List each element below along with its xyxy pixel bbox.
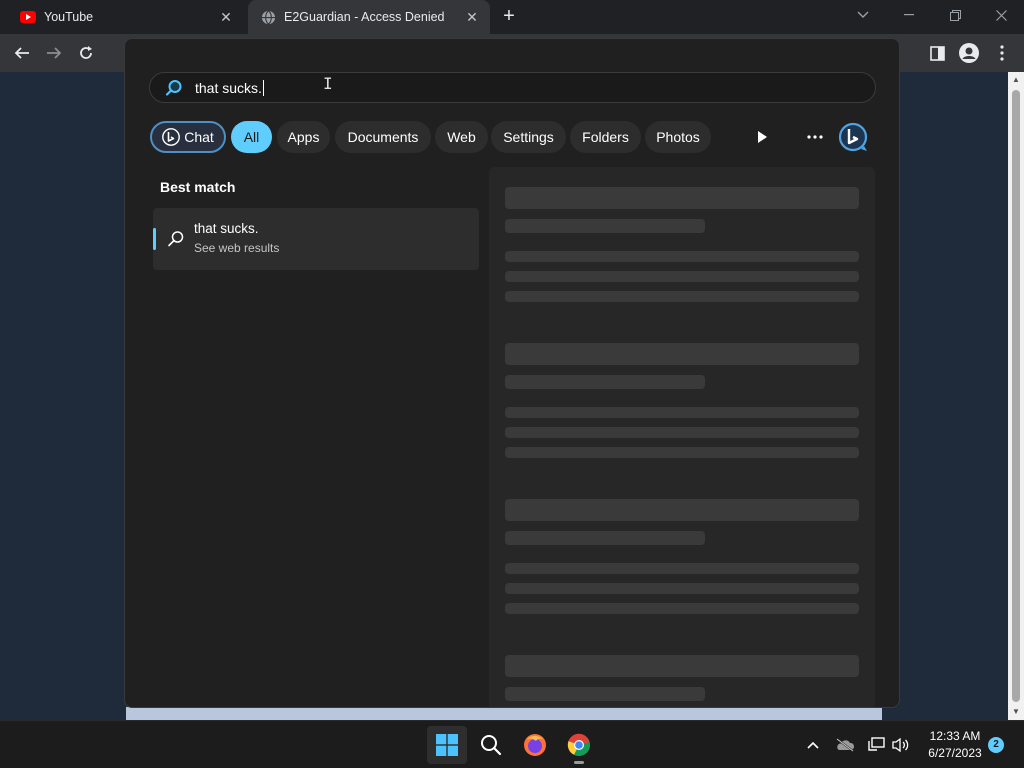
result-subtitle: See web results — [194, 241, 280, 255]
skeleton-line — [505, 407, 859, 418]
skeleton-line — [505, 603, 859, 614]
filter-label: All — [243, 129, 260, 145]
skeleton-line — [505, 563, 859, 574]
clock-time: 12:33 AM — [929, 729, 981, 743]
restore-icon[interactable] — [932, 0, 978, 30]
skeleton-line — [505, 219, 705, 233]
tab-e2guardian[interactable]: E2Guardian - Access Denied ✕ — [248, 0, 490, 34]
new-tab-icon[interactable]: + — [498, 6, 520, 28]
text-caret — [262, 79, 264, 96]
skeleton-block — [505, 655, 859, 677]
skeleton-block — [505, 499, 859, 521]
filter-chat[interactable]: Chat — [150, 121, 226, 153]
filter-folders[interactable]: Folders — [570, 121, 641, 153]
bing-chat-icon[interactable] — [837, 121, 869, 153]
skeleton-block — [505, 187, 859, 209]
filter-label: Chat — [184, 129, 214, 145]
close-tab-icon[interactable]: ✕ — [216, 7, 236, 27]
filter-apps[interactable]: Apps — [277, 121, 330, 153]
filter-label: Folders — [582, 129, 629, 145]
start-icon[interactable] — [427, 726, 467, 764]
globe-icon — [260, 9, 276, 25]
tab-title: YouTube — [44, 10, 94, 24]
skeleton-line — [505, 583, 859, 594]
web-search-icon — [168, 231, 184, 247]
filter-label: Settings — [503, 129, 554, 145]
more-filters-play-icon[interactable] — [746, 121, 778, 153]
mouse-ibeam-cursor: I — [323, 74, 333, 93]
skeleton-line — [505, 531, 705, 545]
close-tab-icon[interactable]: ✕ — [462, 7, 482, 27]
system-clock[interactable]: 12:33 AM 6/27/2023 — [918, 728, 992, 762]
search-icon — [165, 79, 182, 96]
filter-all[interactable]: All — [231, 121, 272, 153]
chrome-icon[interactable] — [559, 726, 599, 764]
filter-web[interactable]: Web — [435, 121, 488, 153]
tab-title: E2Guardian - Access Denied — [284, 10, 445, 24]
network-icon[interactable] — [865, 733, 889, 757]
scroll-up-icon[interactable]: ▲ — [1008, 72, 1024, 88]
filter-label: Photos — [656, 129, 700, 145]
forward-arrow-icon[interactable] — [40, 39, 68, 67]
filter-label: Web — [447, 129, 476, 145]
more-options-icon[interactable] — [799, 121, 831, 153]
skeleton-line — [505, 251, 859, 262]
running-indicator — [574, 761, 584, 764]
profile-avatar-icon[interactable] — [955, 39, 983, 67]
search-icon[interactable] — [471, 726, 511, 764]
skeleton-line — [505, 687, 705, 701]
skeleton-line — [505, 271, 859, 282]
result-title: that sucks. — [194, 221, 259, 236]
scroll-down-icon[interactable]: ▼ — [1008, 704, 1024, 720]
page-scrollbar[interactable]: ▲ ▼ — [1008, 72, 1024, 720]
close-window-icon[interactable] — [978, 0, 1024, 30]
page-banner — [126, 707, 882, 720]
filter-label: Documents — [347, 129, 419, 145]
selection-indicator — [153, 228, 156, 250]
filter-settings[interactable]: Settings — [491, 121, 566, 153]
filter-documents[interactable]: Documents — [335, 121, 431, 153]
reload-icon[interactable] — [72, 39, 100, 67]
best-match-result[interactable]: that sucks. See web results — [153, 208, 479, 270]
skeleton-line — [505, 291, 859, 302]
taskbar: 12:33 AM 6/27/2023 2 — [0, 720, 1024, 768]
tab-youtube[interactable]: YouTube ✕ — [8, 0, 244, 34]
youtube-icon — [20, 9, 36, 25]
back-arrow-icon[interactable] — [8, 39, 36, 67]
desktop: YouTube ✕ E2Guardian - Access Denied ✕ + — [0, 0, 1024, 768]
bing-icon — [162, 128, 181, 146]
firefox-icon[interactable] — [515, 726, 555, 764]
skeleton-line — [505, 375, 705, 389]
tab-search-chevron-icon[interactable] — [840, 0, 886, 30]
scrollbar-thumb[interactable] — [1012, 90, 1020, 702]
menu-kebab-icon[interactable] — [988, 39, 1016, 67]
skeleton-block — [505, 343, 859, 365]
filter-photos[interactable]: Photos — [645, 121, 711, 153]
search-flyout: that sucks. I Chat All Apps Documents We… — [124, 38, 900, 708]
show-hidden-icons-chevron-icon[interactable] — [801, 733, 825, 757]
search-input[interactable]: that sucks. — [149, 72, 876, 103]
side-panel-icon[interactable] — [923, 39, 951, 67]
minimize-icon[interactable] — [886, 0, 932, 30]
skeleton-line — [505, 447, 859, 458]
volume-icon[interactable] — [889, 733, 913, 757]
filter-label: Apps — [287, 129, 320, 145]
skeleton-line — [505, 427, 859, 438]
clock-date: 6/27/2023 — [928, 746, 982, 760]
best-match-heading: Best match — [160, 179, 236, 195]
browser-tab-strip: YouTube ✕ E2Guardian - Access Denied ✕ + — [0, 0, 1024, 34]
notification-badge[interactable]: 2 — [988, 737, 1004, 753]
onedrive-icon[interactable] — [833, 733, 857, 757]
search-query: that sucks. — [195, 79, 262, 96]
preview-pane — [489, 167, 875, 707]
